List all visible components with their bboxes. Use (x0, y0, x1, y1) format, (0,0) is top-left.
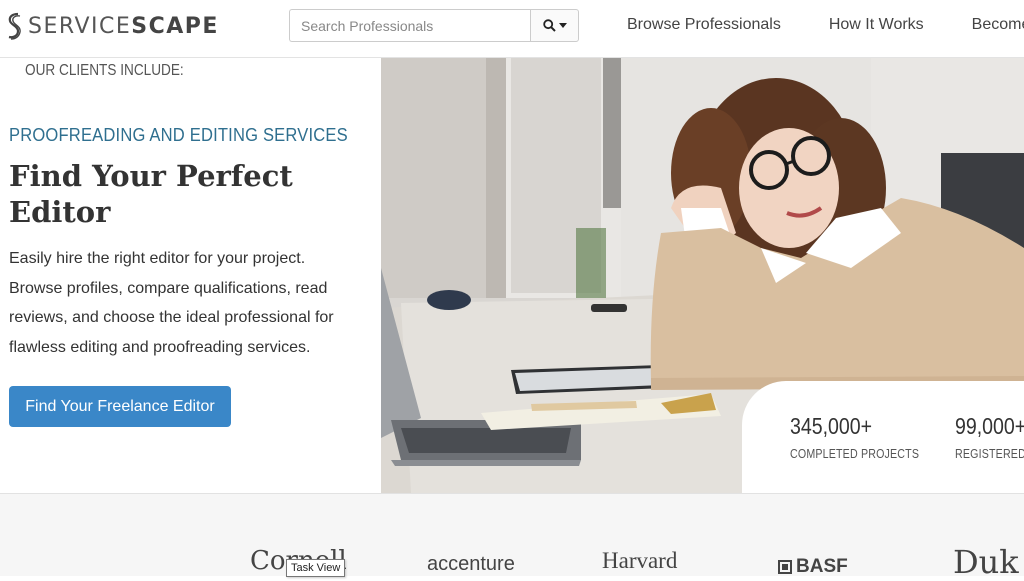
client-logo-accenture: accenture (427, 553, 515, 575)
hero-title: Find Your Perfect Editor (9, 159, 293, 229)
nav-how-it-works[interactable]: How It Works (829, 16, 924, 34)
site-header: SERVICESCAPE Browse Professionals How It… (0, 0, 1024, 58)
basf-square-icon (778, 560, 792, 574)
stat-registered: 99,000+ REGISTERED C (955, 413, 1024, 461)
caret-down-icon (558, 23, 567, 28)
find-editor-button[interactable]: Find Your Freelance Editor (9, 386, 231, 427)
hero-content: PROOFREADING AND EDITING SERVICES Find Y… (0, 58, 381, 493)
stat-value: 99,000+ (955, 413, 1024, 439)
servicescape-logo[interactable]: SERVICESCAPE (6, 10, 219, 42)
task-view-tooltip: Task View (286, 559, 346, 577)
hero-eyebrow: PROOFREADING AND EDITING SERVICES (9, 125, 348, 145)
main-nav: Browse Professionals How It Works Become (627, 16, 1024, 34)
search-bar (289, 9, 579, 42)
logo-text-light: SERVICE (28, 13, 132, 39)
search-button[interactable] (530, 9, 579, 42)
clients-label: OUR CLIENTS INCLUDE: (25, 62, 184, 79)
stats-card: 345,000+ COMPLETED PROJECTS 99,000+ REGI… (742, 381, 1024, 501)
search-input[interactable] (289, 9, 530, 42)
hero-description: Easily hire the right editor for your pr… (9, 250, 334, 356)
search-icon (542, 19, 556, 32)
logo-text-bold: SCAPE (131, 13, 219, 39)
client-logo-duke: Duk (953, 543, 1019, 581)
nav-become[interactable]: Become (972, 16, 1024, 34)
stat-value: 345,000+ (790, 413, 873, 439)
client-logo-basf: BASF (778, 556, 848, 578)
basf-text: BASF (796, 556, 848, 577)
stat-completed-projects: 345,000+ COMPLETED PROJECTS (790, 413, 947, 461)
stat-label: REGISTERED C (955, 446, 1024, 461)
logo-s-icon (8, 12, 21, 40)
nav-browse-professionals[interactable]: Browse Professionals (627, 16, 781, 34)
stat-label: COMPLETED PROJECTS (790, 446, 920, 461)
client-logo-harvard: Harvard (602, 548, 678, 573)
